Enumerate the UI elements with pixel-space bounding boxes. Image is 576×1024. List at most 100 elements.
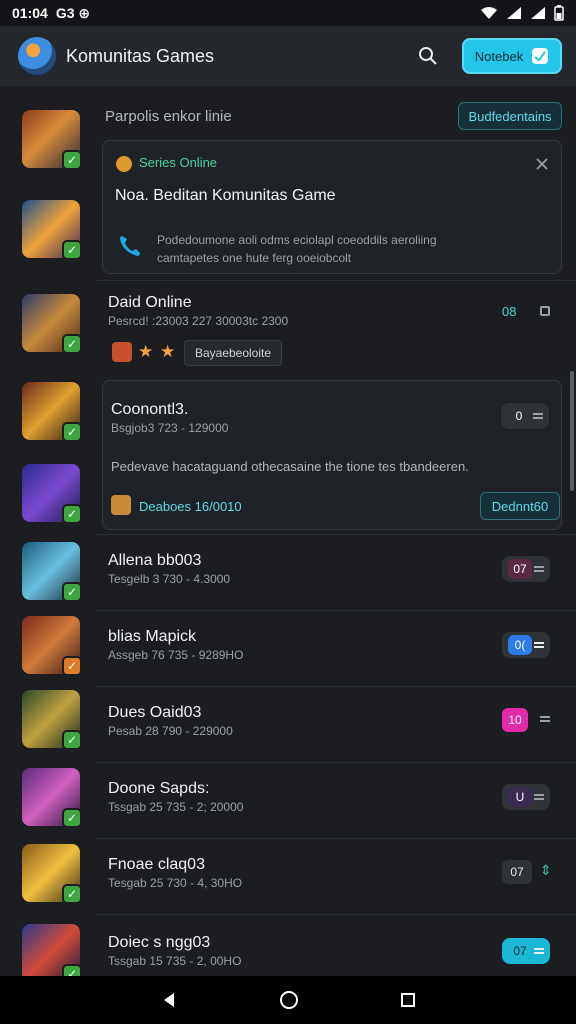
- battery-icon: [554, 5, 564, 21]
- section-action-label: Budfedentains: [468, 108, 552, 124]
- card-action-button[interactable]: Dednnt60: [480, 492, 560, 520]
- section-heading: Parpolis enkor linie: [105, 108, 232, 125]
- check-icon: ✓: [62, 582, 82, 602]
- toggle-switch[interactable]: 0(: [502, 632, 550, 658]
- notification-button-label: Notebek: [474, 48, 524, 64]
- row-title: Dues Oaid03: [108, 704, 202, 721]
- game-avatar[interactable]: ✓: [22, 690, 82, 750]
- check-icon: ✓: [62, 884, 82, 904]
- app-bar: Komunitas Games Notebek: [0, 26, 576, 86]
- card-tag: Series Online: [139, 155, 218, 170]
- system-nav-bar: [0, 976, 576, 1024]
- scrollbar[interactable]: [570, 371, 574, 491]
- row-title: Doiec s ngg03: [108, 934, 211, 951]
- signal-icon-2: [531, 7, 545, 19]
- toggle-switch[interactable]: 07: [502, 938, 550, 964]
- grip-icon: [540, 716, 550, 722]
- toggle-knob: 07: [508, 559, 532, 579]
- card-footer: Deaboes 16/0010: [139, 499, 242, 514]
- card-title: Coonontl3.: [111, 401, 189, 418]
- phone-icon: [120, 236, 140, 256]
- divider: [96, 762, 576, 763]
- row-title: Fnoae claq03: [108, 856, 205, 873]
- row-subtitle: Tesgab 25 730 - 4, 30HO: [108, 876, 243, 890]
- search-icon: [419, 47, 437, 65]
- row-title: Doone Sapds:: [108, 780, 210, 797]
- row-subtitle: Tesgelb 3 730 - 4.3000: [108, 572, 231, 586]
- community-list[interactable]: ✓ Parpolis enkor linie Budfedentains Ser…: [0, 86, 576, 976]
- status-badge[interactable]: 07: [502, 860, 532, 884]
- check-icon: ✓: [62, 964, 82, 976]
- check-icon: ✓: [62, 730, 82, 750]
- search-button[interactable]: [410, 38, 446, 74]
- game-avatar[interactable]: ✓: [22, 616, 82, 676]
- game-avatar[interactable]: ✓: [22, 844, 82, 904]
- game-avatar[interactable]: ✓: [22, 542, 82, 602]
- signal-icon: [507, 7, 521, 19]
- game-avatar[interactable]: ✓: [22, 924, 82, 976]
- divider: [96, 686, 576, 687]
- game-avatar[interactable]: ✓: [22, 768, 82, 828]
- star-icon: ★: [138, 342, 154, 361]
- toggle-knob: U: [508, 787, 532, 807]
- toggle-switch[interactable]: U: [502, 784, 550, 810]
- divider: [96, 534, 576, 535]
- app-logo: [18, 37, 56, 75]
- row-subtitle: Pesab 28 790 - 229000: [108, 724, 233, 738]
- back-icon[interactable]: [160, 991, 178, 1009]
- grip-icon: [534, 794, 544, 800]
- toggle-knob: 07: [508, 941, 532, 961]
- row-title: blias Mapick: [108, 628, 197, 645]
- home-icon[interactable]: [279, 990, 299, 1010]
- game-avatar[interactable]: ✓: [22, 464, 82, 524]
- featured-card[interactable]: Series Online Noa. Beditan Komunitas Gam…: [102, 140, 562, 274]
- row-count: 08: [502, 304, 517, 319]
- divider: [96, 914, 576, 915]
- check-icon: ✓: [62, 150, 82, 170]
- tag-chip[interactable]: Bayaebeoloite: [184, 340, 282, 366]
- game-avatar[interactable]: ✓: [22, 200, 82, 260]
- row-subtitle: Assgeb 76 735 - 9289HO: [108, 648, 244, 662]
- sort-icon[interactable]: ⇕: [540, 862, 552, 879]
- divider: [96, 838, 576, 839]
- game-avatar[interactable]: ✓: [22, 294, 82, 354]
- card-action-label: Dednnt60: [491, 498, 549, 514]
- game-avatar[interactable]: ✓: [22, 382, 82, 442]
- recents-icon[interactable]: [400, 992, 416, 1008]
- send-icon: [532, 48, 549, 64]
- status-time: 01:04: [12, 5, 48, 21]
- row-subtitle: Tssgab 15 735 - 2, 00HO: [108, 954, 242, 968]
- card-body-line1: Podedoumone aoli odms eciolapl coeoddils…: [157, 233, 437, 247]
- toggle-switch[interactable]: 07: [502, 556, 550, 582]
- grip-icon: [534, 566, 544, 572]
- star-icon: ★: [160, 342, 176, 361]
- game-icon: [116, 156, 132, 172]
- row-title: Daid Online: [108, 294, 192, 311]
- check-icon: ✓: [62, 504, 82, 524]
- row-subtitle: Tssgab 25 735 - 2; 20000: [108, 800, 244, 814]
- card-body: Pedevave hacataguand othecasaine the tio…: [111, 459, 469, 474]
- game-icon: [112, 342, 132, 362]
- card-title: Noa. Beditan Komunitas Game: [115, 187, 336, 204]
- toggle-knob: 0(: [508, 635, 532, 655]
- close-icon[interactable]: [535, 157, 549, 171]
- grip-icon: [534, 642, 544, 648]
- grip-icon: [534, 948, 544, 954]
- status-carrier: G3 ⊕: [55, 4, 91, 21]
- tag-chip-label: Bayaebeoloite: [194, 346, 272, 360]
- toggle-knob: 0: [507, 406, 531, 426]
- more-icon[interactable]: [540, 306, 550, 316]
- status-badge[interactable]: 10: [502, 708, 528, 732]
- check-icon: ✓: [62, 422, 82, 442]
- check-icon: ✓: [62, 808, 82, 828]
- notification-button[interactable]: Notebek: [462, 38, 562, 74]
- status-bar: 01:04 G3 ⊕: [0, 0, 576, 26]
- row-subtitle: Pesrcd! :23003 227 30003tc 2300: [108, 314, 289, 328]
- toggle-switch[interactable]: 0: [501, 403, 549, 429]
- check-icon: ✓: [62, 240, 82, 260]
- section-action-button[interactable]: Budfedentains: [458, 102, 562, 130]
- row-title: Allena bb003: [108, 552, 202, 569]
- game-icon: [111, 495, 131, 515]
- divider: [96, 610, 576, 611]
- game-avatar[interactable]: ✓: [22, 110, 82, 170]
